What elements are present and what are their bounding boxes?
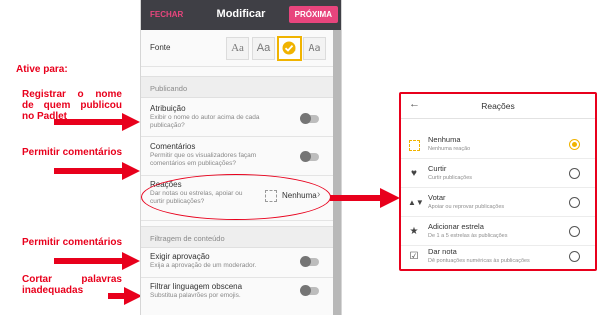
reactions-title: Reações <box>481 101 515 111</box>
reaction-option-desc: Nenhuma reação <box>428 146 471 152</box>
atribuicao-label: Atribuição <box>150 104 186 113</box>
filtrar-label: Filtrar linguagem obscena <box>150 282 243 291</box>
arrow-right-icon <box>54 252 140 270</box>
setting-atribuicao: Atribuição Exibir o nome do autor acima … <box>141 97 333 137</box>
comentarios-desc: Permitir que os visualizadores façam com… <box>150 152 257 167</box>
heart-icon: ♥ <box>411 168 417 179</box>
settings-panel: FECHAR Modificar PRÓXIMA Fonte Aa Aa Aa … <box>140 0 342 315</box>
scrollbar[interactable] <box>333 30 341 315</box>
reaction-option-desc: Dê pontuações numéricas às publicações <box>428 258 530 264</box>
section-publicando: Publicando <box>141 76 333 98</box>
highlight-oval <box>141 174 331 220</box>
atribuicao-toggle[interactable] <box>300 113 319 124</box>
checkbox-icon: ☑ <box>409 251 419 262</box>
reaction-option-label: Adicionar estrela <box>428 222 484 231</box>
square-dashed-icon <box>408 139 420 151</box>
reactions-panel: ← Reações Nenhuma Nenhuma reação ♥ Curti… <box>399 92 597 271</box>
section-filtragem: Filtragem de conteúdo <box>141 226 333 248</box>
exigir-desc: Exija a aprovação de um moderador. <box>150 262 257 269</box>
radio[interactable] <box>569 168 580 179</box>
reaction-option-desc: Curtir publicações <box>428 175 473 181</box>
star-icon: ★ <box>409 226 419 237</box>
arrow-right-icon <box>54 162 140 180</box>
font-option[interactable]: Aa <box>303 37 326 60</box>
annotation-cortar-line1: Cortar palavras <box>22 274 122 285</box>
annotation-permitir-comentarios-2: Permitir comentários <box>22 237 123 248</box>
arrow-right-icon <box>108 287 142 305</box>
font-option[interactable]: Aa <box>226 37 249 60</box>
thumbs-icon: ▲▼ <box>408 198 424 207</box>
reaction-option-label: Votar <box>428 193 446 202</box>
checkmark-icon <box>282 41 296 55</box>
arrow-right-icon <box>330 188 400 208</box>
reaction-option-label: Curtir <box>428 164 447 173</box>
reaction-option-label: Dar nota <box>428 247 457 256</box>
setting-comentarios: Comentários Permitir que os visualizador… <box>141 137 333 176</box>
settings-header: FECHAR Modificar PRÓXIMA <box>141 0 341 30</box>
font-label: Fonte <box>150 43 171 52</box>
annotation-permitir-comentarios-1: Permitir comentários <box>22 147 123 158</box>
exigir-toggle[interactable] <box>300 256 319 267</box>
exigir-label: Exigir aprovação <box>150 252 210 261</box>
filtrar-desc: Substitua palavrões por emojis. <box>150 292 241 299</box>
reaction-option-curtir[interactable]: ♥ Curtir Curtir publicações <box>401 159 595 188</box>
setting-exigir-aprovacao: Exigir aprovação Exija a aprovação de um… <box>141 247 333 278</box>
reactions-header: ← Reações <box>401 94 595 119</box>
annotation-ative-para: Ative para: <box>16 64 68 75</box>
setting-filtrar-linguagem: Filtrar linguagem obscena Substitua pala… <box>141 278 333 308</box>
reaction-option-label: Nenhuma <box>428 135 461 144</box>
radio[interactable] <box>569 197 580 208</box>
radio[interactable] <box>569 251 580 262</box>
comentarios-toggle[interactable] <box>300 151 319 162</box>
annotation-cortar: Cortar palavras inadequadas <box>22 274 122 296</box>
radio[interactable] <box>569 226 580 237</box>
font-option[interactable]: Aa <box>252 37 275 60</box>
section-filtragem-label: Filtragem de conteúdo <box>150 234 225 243</box>
reaction-option-nenhuma[interactable]: Nenhuma Nenhuma reação <box>401 130 595 159</box>
filtrar-toggle[interactable] <box>300 285 319 296</box>
reaction-option-nota[interactable]: ☑ Dar nota Dê pontuações numéricas às pu… <box>401 242 595 270</box>
reaction-option-votar[interactable]: ▲▼ Votar Apoiar ou reprovar publicações <box>401 188 595 217</box>
atribuicao-desc: Exibir o nome do autor acima de cada pub… <box>150 114 260 129</box>
section-publicando-label: Publicando <box>150 84 188 93</box>
radio-selected[interactable] <box>569 139 580 150</box>
reaction-option-desc: Apoiar ou reprovar publicações <box>428 204 505 210</box>
arrow-right-icon <box>54 113 140 131</box>
annotation-registrar-line2: de quem publicou <box>22 100 122 111</box>
next-button[interactable]: PRÓXIMA <box>288 6 338 23</box>
annotation-cortar-line2: inadequadas <box>22 285 84 296</box>
annotation-registrar-line1: Registrar o nome <box>22 89 122 100</box>
reaction-option-desc: De 1 a 5 estrelas às publicações <box>428 233 508 239</box>
comentarios-label: Comentários <box>150 142 196 151</box>
font-option-selected[interactable]: Aa <box>277 36 302 61</box>
